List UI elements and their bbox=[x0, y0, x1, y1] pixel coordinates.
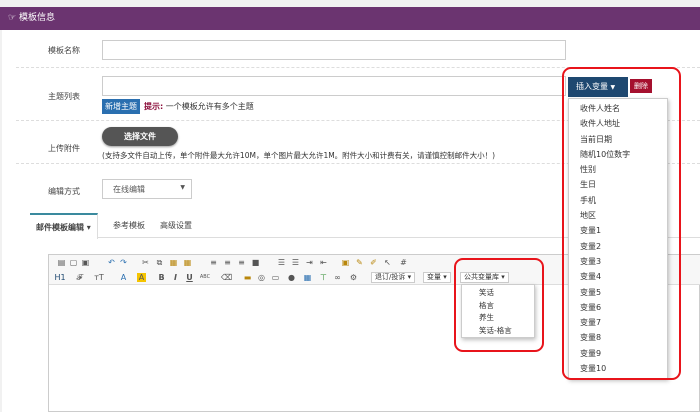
tip: 提示: 一个模板允许有多个主题 bbox=[144, 101, 254, 112]
indent-icon[interactable]: ⇥ bbox=[305, 258, 314, 267]
edit-mode-label: 编辑方式 bbox=[48, 187, 80, 196]
new-subject-button[interactable]: 新增主题 bbox=[102, 99, 140, 114]
table-icon[interactable]: ▦ bbox=[303, 273, 312, 282]
variable-dropdown[interactable]: 变量 ▾ bbox=[423, 272, 451, 283]
edit-mode-select[interactable]: 在线编辑 ▼ bbox=[102, 179, 192, 199]
heading-icon[interactable]: H1 bbox=[53, 273, 67, 282]
justify-icon[interactable]: ■ bbox=[251, 258, 260, 267]
cut-icon[interactable]: ✂ bbox=[141, 258, 150, 267]
select-all-icon[interactable]: ▣ bbox=[341, 258, 350, 267]
choose-file-button[interactable]: 选择文件 bbox=[102, 127, 178, 146]
clear-format-icon[interactable]: ✎ bbox=[355, 258, 364, 267]
tab-reference-template[interactable]: 参考模板 bbox=[113, 213, 145, 238]
hand-point-right-icon: ☞ bbox=[8, 13, 19, 23]
image-icon[interactable]: ▬ bbox=[243, 273, 252, 282]
format-painter-icon[interactable]: ✐ bbox=[369, 258, 378, 267]
bold-icon[interactable]: B bbox=[157, 273, 166, 282]
tip-text: 一个模板允许有多个主题 bbox=[165, 102, 254, 111]
outdent-icon[interactable]: ⇤ bbox=[319, 258, 328, 267]
underline-icon[interactable]: U bbox=[185, 273, 194, 282]
unordered-list-icon[interactable]: ☰ bbox=[291, 258, 300, 267]
revise-label: 退订/投诉 bbox=[375, 273, 406, 281]
media-icon[interactable]: ▭ bbox=[271, 273, 280, 282]
template-name-input[interactable] bbox=[102, 40, 566, 60]
font-family-icon[interactable]: 𝓕 bbox=[75, 273, 84, 282]
undo-icon[interactable]: ↶ bbox=[107, 258, 116, 267]
upload-note: (支持多文件自动上传，单个附件最大允许10M，单个图片最大允许1M。附件大小和计… bbox=[102, 151, 496, 160]
preview-icon[interactable]: ▢ bbox=[69, 258, 78, 267]
paste-text-icon[interactable]: ▦ bbox=[183, 258, 192, 267]
edit-mode-value: 在线编辑 bbox=[113, 185, 145, 194]
unlink-icon[interactable]: ⚙ bbox=[349, 273, 358, 282]
source-icon[interactable]: ▤ bbox=[57, 258, 66, 267]
link-icon[interactable]: ∞ bbox=[333, 273, 342, 282]
align-right-icon[interactable]: ≡ bbox=[237, 258, 246, 267]
section-header: ☞ 模板信息 bbox=[0, 7, 700, 30]
copy-icon[interactable]: ⧉ bbox=[155, 258, 164, 267]
chevron-down-icon: ▼ bbox=[180, 184, 185, 191]
strikethrough-icon[interactable]: ABC bbox=[199, 273, 211, 282]
subject-label: 主题列表 bbox=[48, 92, 80, 101]
ordered-list-icon[interactable]: ☰ bbox=[277, 258, 286, 267]
italic-icon[interactable]: I bbox=[171, 273, 180, 282]
grid-icon[interactable]: # bbox=[399, 258, 408, 267]
tip-label: 提示: bbox=[144, 102, 164, 111]
align-center-icon[interactable]: ≡ bbox=[223, 258, 232, 267]
section-title: 模板信息 bbox=[18, 13, 55, 23]
highlight-box bbox=[562, 67, 681, 380]
upload-label: 上传附件 bbox=[48, 144, 80, 153]
eraser-icon[interactable]: ⌫ bbox=[221, 273, 232, 282]
redo-icon[interactable]: ↷ bbox=[119, 258, 128, 267]
font-color-icon[interactable]: A bbox=[119, 273, 128, 282]
cursor-icon[interactable]: ↖ bbox=[383, 258, 392, 267]
revise-dropdown[interactable]: 退订/投诉 ▾ bbox=[371, 272, 416, 283]
template-icon[interactable]: ▣ bbox=[81, 258, 90, 267]
font-size-icon[interactable]: ᴛT bbox=[93, 273, 105, 282]
align-left-icon[interactable]: ≡ bbox=[209, 258, 218, 267]
variable-label: 变量 bbox=[427, 273, 441, 281]
name-label: 模板名称 bbox=[48, 46, 80, 55]
tab-advanced-settings[interactable]: 高级设置 bbox=[160, 213, 192, 238]
attachment-icon[interactable]: ● bbox=[287, 273, 296, 282]
tab-email-template-edit[interactable]: 邮件模板编辑 ▾ bbox=[30, 213, 98, 239]
subject-input[interactable] bbox=[102, 76, 566, 96]
paste-icon[interactable]: ▦ bbox=[169, 258, 178, 267]
horizontal-rule-icon[interactable]: ⊤ bbox=[319, 273, 328, 282]
flash-icon[interactable]: ◎ bbox=[257, 273, 266, 282]
highlight-box bbox=[454, 258, 544, 352]
highlight-color-icon[interactable]: A bbox=[137, 273, 146, 282]
